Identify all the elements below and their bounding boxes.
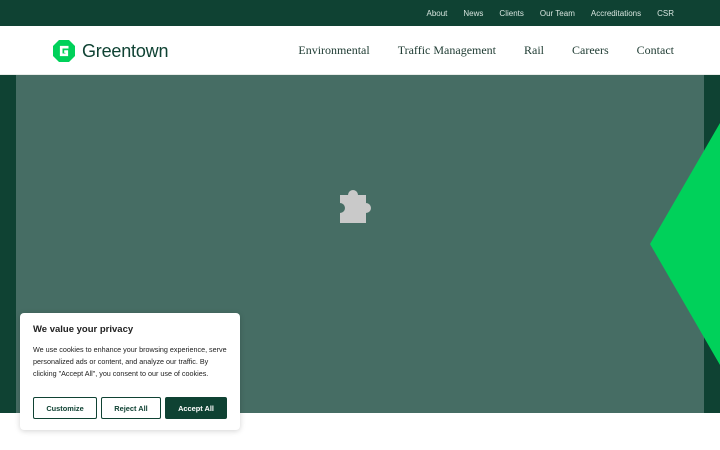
utility-nav: About News Clients Our Team Accreditatio…	[411, 0, 675, 26]
main-nav: Environmental Traffic Management Rail Ca…	[270, 26, 674, 75]
cookie-banner-actions: Customize Reject All Accept All	[33, 397, 227, 419]
cookie-banner-title: We value your privacy	[33, 324, 134, 335]
puzzle-piece-icon	[340, 189, 371, 223]
utility-link-our-team[interactable]: Our Team	[540, 9, 575, 18]
utility-link-clients[interactable]: Clients	[499, 9, 523, 18]
nav-item-rail[interactable]: Rail	[524, 43, 544, 58]
site-header: Greentown Environmental Traffic Manageme…	[0, 26, 720, 75]
brand-logo[interactable]: Greentown	[53, 39, 168, 63]
utility-link-news[interactable]: News	[463, 9, 483, 18]
brand-name: Greentown	[82, 40, 169, 61]
utility-link-about[interactable]: About	[427, 9, 448, 18]
greentown-logo-icon	[53, 40, 75, 62]
cookie-customize-button[interactable]: Customize	[33, 397, 97, 419]
cookie-banner-text: We use cookies to enhance your browsing …	[33, 345, 227, 378]
nav-item-contact[interactable]: Contact	[637, 43, 674, 58]
cookie-reject-button[interactable]: Reject All	[101, 397, 161, 419]
nav-item-careers[interactable]: Careers	[572, 43, 609, 58]
nav-item-traffic-management[interactable]: Traffic Management	[398, 43, 496, 58]
utility-link-accreditations[interactable]: Accreditations	[591, 9, 641, 18]
nav-item-environmental[interactable]: Environmental	[298, 43, 369, 58]
cookie-accept-button[interactable]: Accept All	[165, 397, 227, 419]
utility-link-csr[interactable]: CSR	[657, 9, 674, 18]
cookie-consent-banner: We value your privacy We use cookies to …	[20, 313, 240, 430]
top-utility-bar: About News Clients Our Team Accreditatio…	[0, 0, 720, 26]
